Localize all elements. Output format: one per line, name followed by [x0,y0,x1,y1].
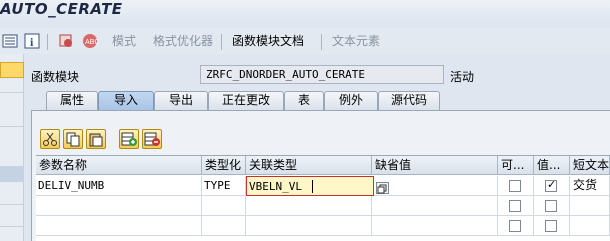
insert-row-button[interactable] [119,129,139,149]
checkmark-icon: ✓ [547,178,557,191]
pretty-printer-button[interactable]: 格式优化器 [153,28,213,54]
column-header-typing[interactable]: 类型化 [202,156,246,175]
cell-pass-value: ✓ [534,176,570,196]
insert-row-icon [121,132,137,146]
text-elements-button[interactable]: 文本元素 [332,28,380,54]
info-icon[interactable]: i [24,33,40,49]
tab-attributes[interactable]: 属性 [46,91,98,110]
navigator-row-highlight [0,166,24,182]
title-bar: AUTO_CERATE [0,0,610,22]
window-title: AUTO_CERATE [0,0,123,18]
pass-value-checkbox[interactable]: ✓ [545,178,557,192]
cell-typing[interactable]: TYPE [202,176,246,196]
delete-row-icon [144,132,160,146]
value-help-icon [377,184,387,194]
function-module-label: 函数模块 [31,70,80,84]
navigator-selected-node[interactable] [0,62,24,78]
cell-default-value[interactable] [372,196,498,216]
toolbar-separator [221,34,222,50]
value-help-button[interactable] [376,182,389,194]
cell-short-text[interactable]: 交货 [570,176,610,196]
pretty-printer-icon: ABC [82,33,99,49]
copy-button[interactable] [63,129,83,149]
pattern-icon [58,33,74,49]
parameter-table: 参数名称 类型化 关联类型 缺省值 可... 值... 短文本 DELIV_NU… [36,155,610,241]
application-toolbar: i ABC 模式 格式优化器 函数模块文档 文本元素 [0,28,610,54]
display-object-list-icon[interactable] [2,33,18,49]
column-header-optional[interactable]: 可... [498,156,534,175]
cell-parameter-name[interactable] [36,196,202,216]
navigator-row-divider [0,204,24,205]
tab-export[interactable]: 导出 [154,91,208,110]
svg-text:ABC: ABC [85,39,98,46]
paste-button[interactable] [86,129,106,149]
cell-short-text[interactable] [570,216,610,236]
tab-source-code[interactable]: 源代码 [378,91,440,110]
object-navigator-strip [0,54,24,241]
cell-optional [498,176,534,196]
associated-type-value: VBELN_VL [249,180,302,193]
scissors-icon [43,132,57,146]
column-header-associated-type[interactable]: 关联类型 [246,156,372,175]
delete-row-button[interactable] [142,129,162,149]
cell-typing[interactable] [202,196,246,216]
cell-optional [498,196,534,216]
paste-icon [89,133,103,147]
status-text: 活动 [450,70,475,84]
pattern-button[interactable]: 模式 [112,28,136,54]
pass-value-checkbox[interactable] [545,200,557,212]
navigator-row-divider [0,92,24,93]
cell-associated-type[interactable]: VBELN_VL [246,176,374,196]
optional-checkbox[interactable] [509,200,521,212]
cell-associated-type[interactable] [246,196,372,216]
text-cursor [312,180,313,193]
cell-optional [498,216,534,236]
toolbar-separator [321,34,322,50]
tab-import[interactable]: 导入 [98,91,154,110]
navigator-row-divider [0,226,24,227]
navigator-row-divider [0,126,24,127]
function-module-documentation-button[interactable]: 函数模块文档 [232,28,304,54]
pass-value-checkbox[interactable] [545,220,557,232]
cell-parameter-name[interactable]: DELIV_NUMB [36,176,202,196]
cell-typing[interactable] [202,216,246,236]
column-header-short-text[interactable]: 短文本 [570,156,610,175]
cell-parameter-name[interactable] [36,216,202,236]
column-header-default-value[interactable]: 缺省值 [372,156,498,175]
cell-short-text[interactable] [570,196,610,216]
column-header-pass-value[interactable]: 值... [534,156,570,175]
tab-tables[interactable]: 表 [284,91,324,110]
cell-pass-value [534,196,570,216]
toolbar-separator [47,34,48,50]
optional-checkbox[interactable] [509,180,521,192]
cell-pass-value [534,216,570,236]
optional-checkbox[interactable] [509,220,521,232]
copy-icon [66,132,80,147]
column-header-parameter-name[interactable]: 参数名称 [36,156,202,175]
cell-associated-type[interactable] [246,216,372,236]
cell-default-value[interactable] [372,216,498,236]
cell-default-value[interactable] [374,176,498,196]
tab-exceptions[interactable]: 例外 [324,91,378,110]
cut-button[interactable] [40,129,60,149]
function-module-field: ZRFC_DNORDER_AUTO_CERATE [200,65,444,84]
tab-changing[interactable]: 正在更改 [208,91,284,110]
